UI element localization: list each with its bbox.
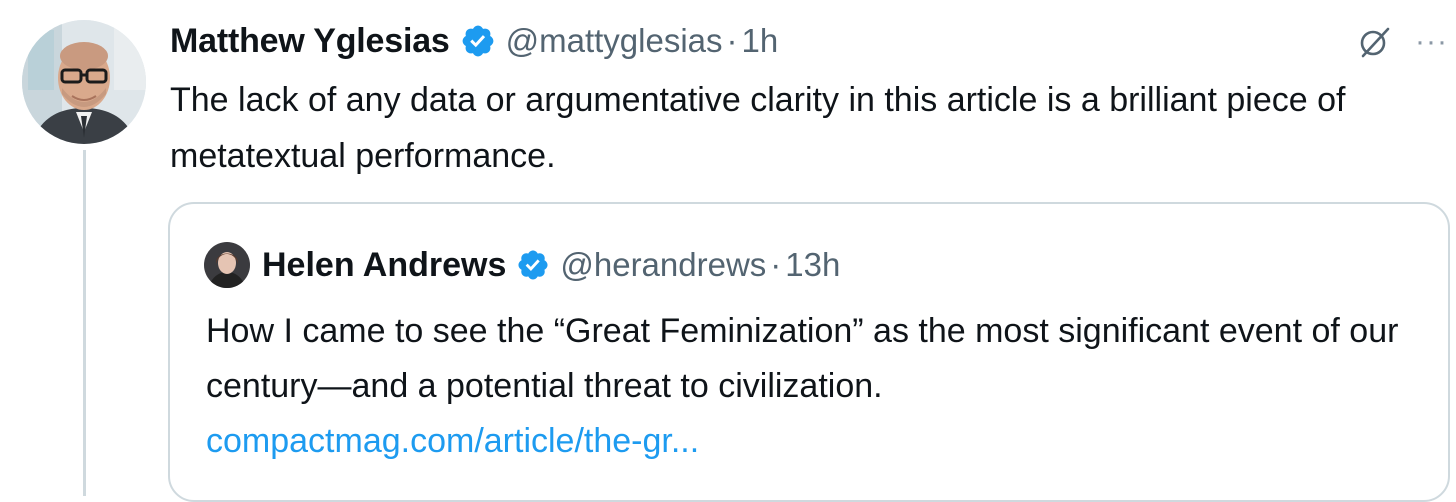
separator-dot: · (726, 22, 738, 59)
author-handle[interactable]: @mattyglesias (506, 22, 723, 60)
quoted-author-avatar[interactable] (204, 242, 250, 288)
thread-line (83, 150, 86, 496)
timestamp[interactable]: 1h (742, 22, 779, 60)
more-options-icon[interactable]: ··· (1415, 27, 1448, 57)
tweet-actions-top: ··· (1357, 24, 1448, 60)
quoted-tweet-text: How I came to see the “Great Feminizatio… (206, 304, 1426, 469)
quoted-author-name[interactable]: Helen Andrews (262, 246, 506, 285)
author-avatar[interactable] (22, 20, 146, 144)
quoted-tweet-link[interactable]: compactmag.com/article/the-gr... (206, 414, 1426, 469)
quoted-author-handle[interactable]: @herandrews (560, 246, 766, 284)
author-name[interactable]: Matthew Yglesias (170, 22, 450, 61)
tweet-text: The lack of any data or argumentative cl… (170, 81, 1346, 175)
tweet-header: Matthew Yglesias @mattyglesias · 1h (170, 16, 778, 66)
quoted-timestamp[interactable]: 13h (785, 246, 840, 284)
grok-icon[interactable] (1357, 24, 1393, 60)
separator-dot: · (770, 246, 782, 283)
quoted-tweet-body: How I came to see the “Great Feminizatio… (206, 312, 1399, 405)
tweet[interactable]: Matthew Yglesias @mattyglesias · 1h ··· … (0, 0, 1456, 502)
verified-badge-icon (518, 250, 548, 280)
quoted-tweet-header: Helen Andrews @herandrews · 13h (204, 242, 840, 288)
quoted-tweet[interactable]: Helen Andrews @herandrews · 13h How I ca… (168, 202, 1450, 502)
verified-badge-icon (462, 25, 493, 57)
